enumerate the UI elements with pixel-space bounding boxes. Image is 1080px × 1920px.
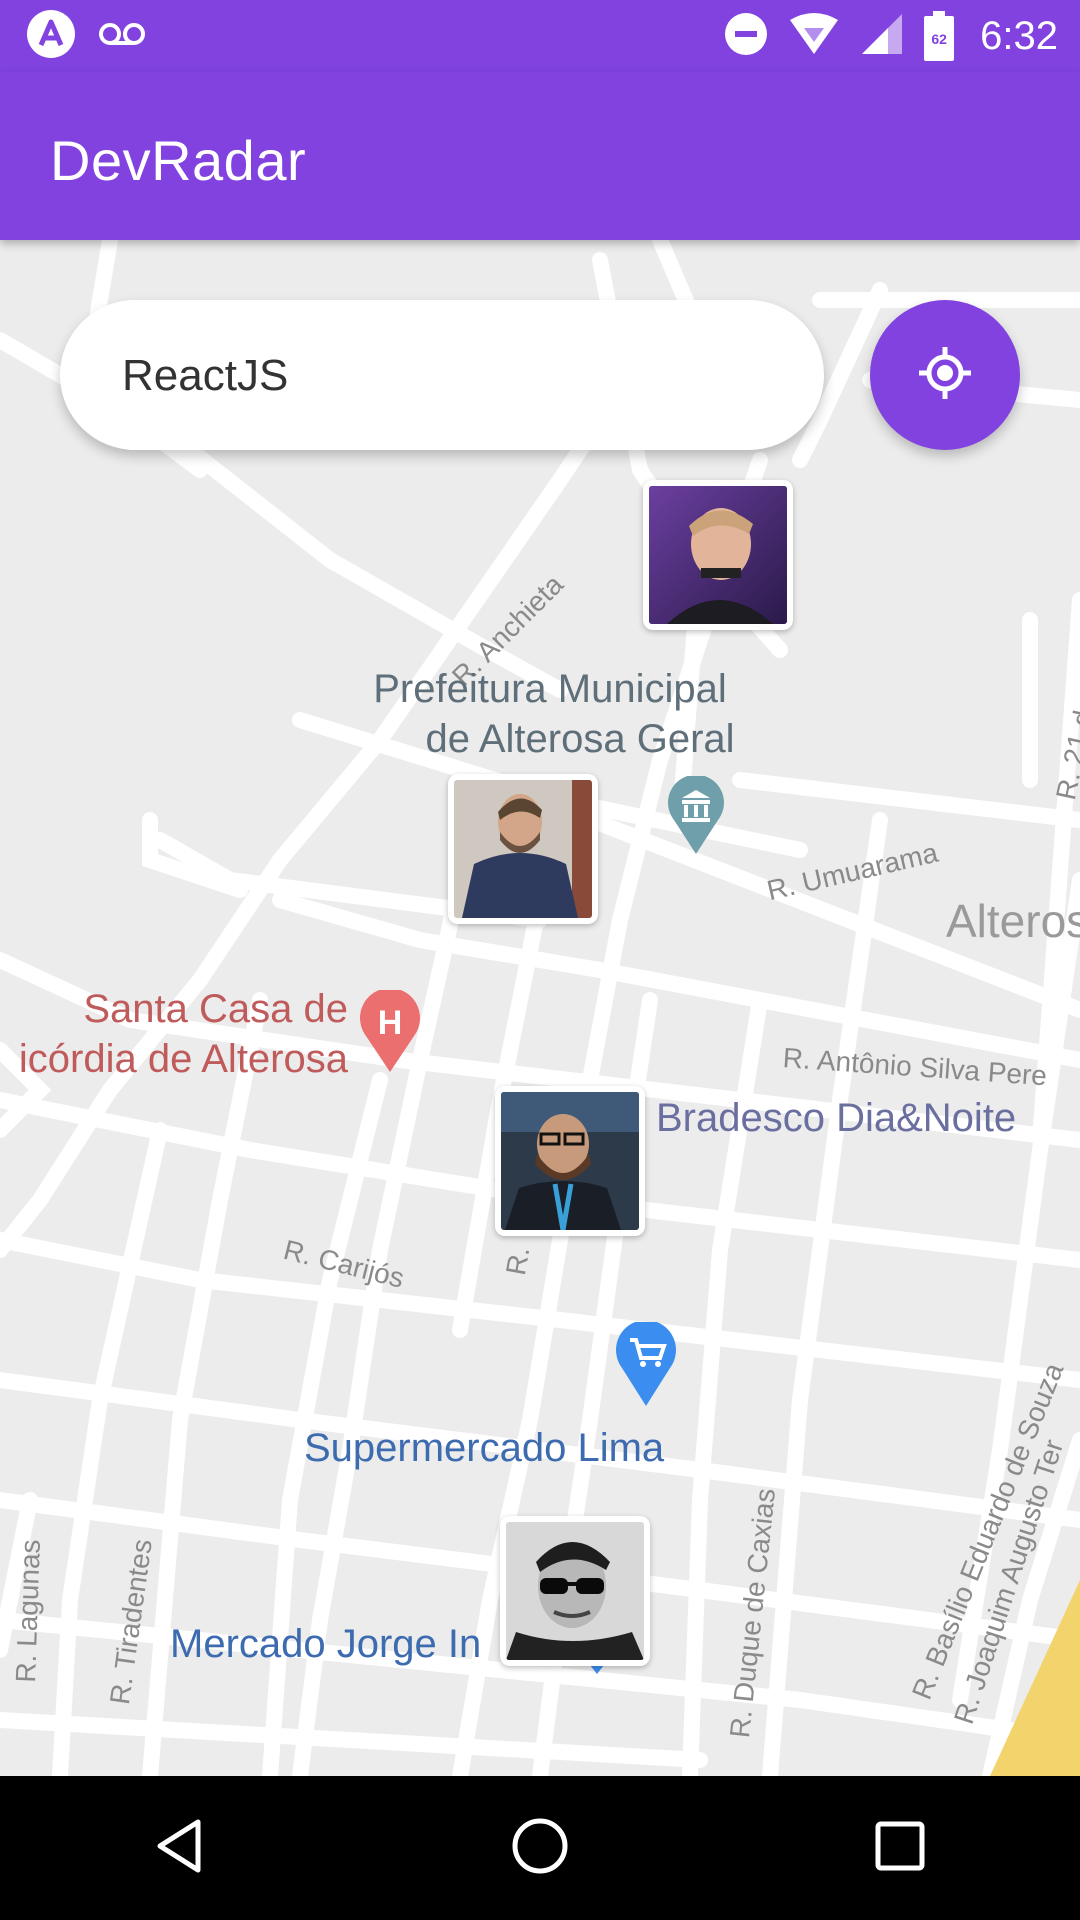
dev-avatar xyxy=(649,486,787,624)
do-not-disturb-icon xyxy=(724,12,768,61)
street-label-lagunas: R. Lagunas xyxy=(10,1538,46,1684)
street-label-short: R. xyxy=(500,1244,536,1278)
dev-avatar xyxy=(506,1522,644,1660)
dev-marker-3[interactable] xyxy=(495,1086,645,1236)
poi-supermercado-label[interactable]: Supermercado Lima xyxy=(304,1426,664,1471)
status-time: 6:32 xyxy=(980,13,1058,58)
dev-marker-2[interactable] xyxy=(448,774,598,924)
home-button[interactable] xyxy=(460,1788,620,1908)
poi-santa-casa-line2: icórdia de Alterosa xyxy=(18,1037,348,1081)
app-bar: DevRadar xyxy=(0,72,1080,240)
status-left xyxy=(26,9,146,60)
recents-icon xyxy=(872,1818,928,1879)
signal-icon xyxy=(860,12,904,61)
status-right: 62 6:32 xyxy=(724,10,1058,62)
battery-icon: 62 xyxy=(924,11,955,61)
search-input[interactable] xyxy=(120,300,764,452)
dev-avatar xyxy=(454,780,592,918)
back-icon xyxy=(150,1816,210,1881)
government-pin-icon[interactable] xyxy=(666,774,726,861)
poi-santa-casa-line1: Santa Casa de xyxy=(83,987,348,1031)
dev-marker-4[interactable] xyxy=(500,1516,650,1666)
crosshair-icon xyxy=(917,345,973,406)
dev-marker-1[interactable] xyxy=(643,480,793,630)
back-button[interactable] xyxy=(100,1788,260,1908)
poi-santa-casa-label[interactable]: Santa Casa de icórdia de Alterosa xyxy=(0,984,348,1084)
poi-mercado-label[interactable]: Mercado Jorge In xyxy=(170,1622,481,1667)
voicemail-icon xyxy=(98,19,146,54)
poi-bradesco-label[interactable]: Bradesco Dia&Noite xyxy=(656,1096,1016,1141)
shopping-cart-pin-icon[interactable] xyxy=(614,1320,678,1413)
city-label: Alteros xyxy=(946,895,1080,947)
svg-text:H: H xyxy=(378,1004,403,1042)
app-title: DevRadar xyxy=(50,129,307,192)
poi-prefeitura-label[interactable]: Prefeitura Municipal de Alterosa Geral xyxy=(350,664,750,764)
home-icon xyxy=(510,1816,570,1881)
recents-button[interactable] xyxy=(820,1788,980,1908)
map-view[interactable]: R. Anchieta R. 21 de Abril R. Umuarama R… xyxy=(0,240,1080,1776)
battery-level: 62 xyxy=(931,31,947,47)
poi-prefeitura-line1: Prefeitura Municipal xyxy=(373,667,727,711)
locate-button[interactable] xyxy=(870,300,1020,450)
status-bar: 62 6:32 xyxy=(0,0,1080,72)
hospital-pin-icon[interactable]: H xyxy=(358,988,422,1079)
wifi-icon xyxy=(788,12,840,61)
dev-avatar xyxy=(501,1092,639,1230)
poi-prefeitura-line2: de Alterosa Geral xyxy=(425,717,735,761)
system-nav-bar xyxy=(0,1776,1080,1920)
app-notification-icon xyxy=(26,9,76,64)
search-bar xyxy=(60,300,824,452)
